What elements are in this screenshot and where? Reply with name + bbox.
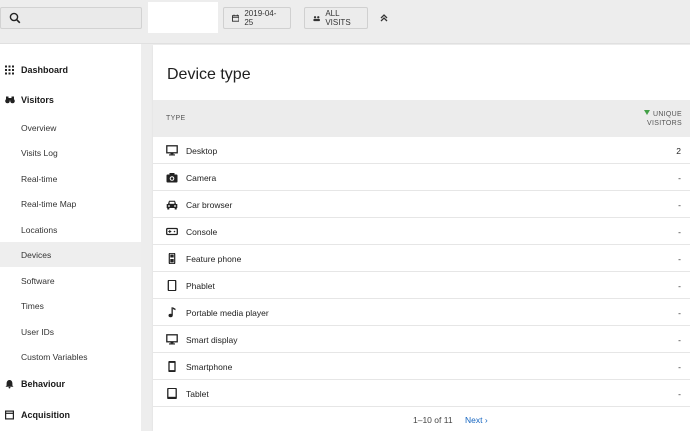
sidebar-item-label: Custom Variables [21,351,88,362]
sidebar-item-label: Locations [21,224,58,235]
row-label: Portable media player [186,308,269,318]
row-value: - [678,227,681,237]
sidebar-item-label: Times [21,300,44,311]
sidebar-item-label: Overview [21,122,57,133]
row-value: - [678,335,681,345]
table-row[interactable]: Smart display - [153,326,690,353]
row-label: Tablet [186,389,209,399]
pagination-info: 1–10 of 11 [413,415,453,425]
row-value: - [678,254,681,264]
sidebar-category-dashboard[interactable]: Dashboard [0,57,141,82]
binoculars-icon [5,96,15,103]
sidebar-item-user-ids[interactable]: User IDs [0,319,141,344]
device-type-report: Device type TYPE UNIQUE VISITORS Desktop… [153,45,690,431]
table-row[interactable]: Camera - [153,164,690,191]
music-note-icon [168,307,176,318]
sidebar-category-label: Behaviour [21,378,66,389]
sidebar-category-label: Visitors [21,94,54,105]
users-icon [313,15,320,21]
table-row[interactable]: Tablet - [153,380,690,407]
logo-area [148,2,218,33]
console-icon [166,227,178,236]
row-value: - [678,281,681,291]
sidebar-item-label: Visits Log [21,147,58,158]
sort-desc-icon [643,110,650,115]
tablet-icon [167,388,177,399]
smartphone-icon [168,361,176,372]
sidebar-item-label: Devices [21,249,52,260]
sidebar-item-label: User IDs [21,326,55,337]
row-value: - [678,362,681,372]
sidebar-item-label: Real-time [21,173,58,184]
sidebar-item-times[interactable]: Times [0,293,141,318]
sidebar-item-devices[interactable]: Devices [0,242,141,267]
row-label: Smartphone [186,362,233,372]
date-label: 2019-04-25 [244,9,277,27]
table-row[interactable]: Phablet - [153,272,690,299]
sidebar-item-real-time-map[interactable]: Real-time Map [0,191,141,216]
car-icon [166,200,178,210]
sidebar-item-custom-variables[interactable]: Custom Variables [0,344,141,369]
column-header-type[interactable]: TYPE [166,115,185,122]
row-value: - [678,389,681,399]
row-label: Phablet [186,281,215,291]
bell-icon [5,379,14,388]
column-header-line2: VISITORS [647,120,682,127]
sidebar-item-label: Software [21,275,55,286]
sidebar-item-real-time[interactable]: Real-time [0,166,141,191]
table-header: TYPE UNIQUE VISITORS [153,100,690,137]
row-label: Camera [186,173,217,183]
row-value: - [678,173,681,183]
row-label: Smart display [186,335,238,345]
table-row[interactable]: Feature phone - [153,245,690,272]
sidebar-item-label: Real-time Map [21,198,77,209]
sidebar-category-label: Dashboard [21,64,69,75]
sidebar-item-visits-log[interactable]: Visits Log [0,140,141,165]
row-label: Car browser [186,200,233,210]
row-label: Desktop [186,146,218,156]
sidebar-category-behaviour[interactable]: Behaviour [0,371,141,396]
report-title: Device type [167,66,251,83]
column-header-unique-visitors[interactable]: UNIQUE VISITORS [643,110,682,128]
desktop-icon [166,145,178,156]
search-input[interactable] [0,7,142,29]
date-picker-button[interactable]: 2019-04-25 [223,7,291,29]
row-label: Console [186,227,218,237]
next-page-link[interactable]: Next › [465,415,488,425]
column-header-line1: UNIQUE [652,111,682,118]
segment-label: ALL VISITS [325,9,351,27]
window-icon [5,410,14,419]
smart-display-icon [166,334,178,345]
table-row[interactable]: Car browser - [153,191,690,218]
row-value: - [678,308,681,318]
sidebar-category-visitors[interactable]: Visitors [0,87,141,112]
search-icon [9,12,21,24]
collapse-up-icon[interactable] [378,11,390,25]
row-value: - [678,200,681,210]
sidebar-category-acquisition[interactable]: Acquisition [0,402,141,427]
table-row[interactable]: Console - [153,218,690,245]
feature-phone-icon [168,253,176,264]
camera-icon [166,173,178,183]
sidebar-item-overview[interactable]: Overview [0,115,141,140]
grid-icon [5,65,14,74]
row-label: Feature phone [186,254,242,264]
row-value: 2 [676,146,681,156]
segment-selector-button[interactable]: ALL VISITS [304,7,368,29]
sidebar-item-locations[interactable]: Locations [0,217,141,242]
table-row[interactable]: Smartphone - [153,353,690,380]
calendar-icon [232,14,240,22]
top-bar: 2019-04-25 ALL VISITS [0,0,690,44]
table-row[interactable]: Desktop 2 [153,137,690,164]
table-row[interactable]: Portable media player - [153,299,690,326]
sidebar-item-software[interactable]: Software [0,268,141,293]
phablet-icon [167,280,177,291]
sidebar-category-label: Acquisition [21,409,70,420]
sidebar-nav: Dashboard Visitors Overview Visits Log R… [0,44,141,431]
